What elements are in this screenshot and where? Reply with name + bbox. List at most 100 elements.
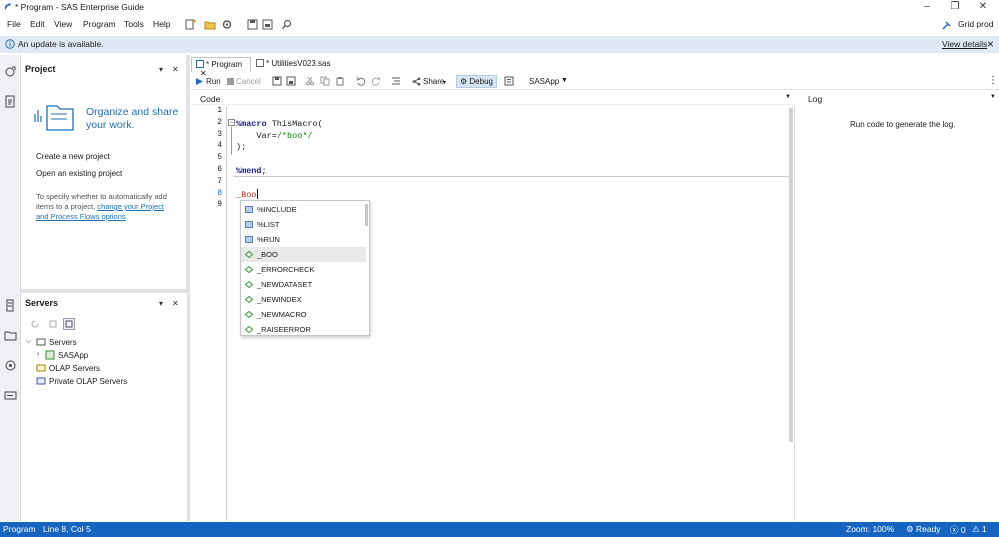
autocomplete-item[interactable]: _NEWDATASET: [241, 277, 366, 292]
save-as-icon[interactable]: [286, 76, 296, 86]
project-hero-text: Organize and share your work.: [86, 106, 179, 131]
tasks-icon[interactable]: [4, 359, 17, 372]
debug-label: Debug: [469, 77, 493, 86]
error-count[interactable]: ⓧ 0: [950, 524, 966, 536]
create-project-link[interactable]: Create a new project: [36, 152, 110, 161]
macro-icon: [245, 281, 253, 288]
autocomplete-item[interactable]: %LIST: [241, 217, 366, 232]
search-icon[interactable]: [281, 19, 293, 30]
save-icon[interactable]: [247, 19, 259, 30]
log-pane-header: Log ▼: [802, 92, 999, 105]
fold-toggle-icon[interactable]: −: [228, 119, 235, 126]
zoom-level[interactable]: Zoom: 100%: [846, 524, 894, 534]
menu-tools[interactable]: Tools: [124, 19, 144, 29]
run-button[interactable]: Run: [206, 77, 221, 86]
debug-toggle[interactable]: ⚙ Debug: [456, 75, 497, 88]
tab-program[interactable]: * Program ✕: [191, 57, 251, 78]
menu-help[interactable]: Help: [153, 19, 170, 29]
save-all-icon[interactable]: [262, 19, 274, 30]
menu-file[interactable]: File: [7, 19, 21, 29]
share-dropdown-icon[interactable]: ▾: [443, 79, 446, 86]
more-options-icon[interactable]: ⋮: [988, 75, 998, 86]
open-folder-icon[interactable]: [204, 19, 216, 30]
menu-program[interactable]: Program: [83, 19, 116, 29]
redo-icon[interactable]: [371, 76, 381, 86]
menu-edit[interactable]: Edit: [30, 19, 45, 29]
project-icon[interactable]: [4, 65, 17, 78]
sasapp-expand-icon[interactable]: ›: [37, 351, 39, 358]
project-pane-menu-icon[interactable]: ▾: [159, 65, 163, 74]
autocomplete-item[interactable]: _ERRORCHECK: [241, 262, 366, 277]
ready-label: Ready: [915, 524, 941, 534]
paste-icon[interactable]: [335, 76, 345, 86]
cancel-button[interactable]: Cancel: [236, 77, 261, 86]
minimize-button[interactable]: –: [912, 0, 942, 15]
server-private-olap[interactable]: Private OLAP Servers: [49, 377, 127, 386]
autocomplete-item[interactable]: _NEWINDEX: [241, 292, 366, 307]
menu-view[interactable]: View: [54, 19, 72, 29]
statement-icon: [245, 206, 253, 213]
project-pane-close-icon[interactable]: ✕: [172, 65, 179, 74]
settings-gear-icon[interactable]: [221, 19, 233, 30]
warning-count[interactable]: ⚠ 1: [972, 524, 987, 535]
line-number: 1: [217, 106, 222, 115]
refresh-icon[interactable]: [30, 319, 40, 329]
project-pane: Project ▾ ✕ Organize and share your work…: [21, 55, 187, 288]
code-line-6: %mend;: [236, 166, 267, 176]
profile-name[interactable]: Grid prod: [958, 19, 993, 29]
open-project-link[interactable]: Open an existing project: [36, 169, 122, 178]
code-line-3: Var=/*boo*/: [236, 131, 312, 141]
disconnect-icon[interactable]: [48, 319, 58, 329]
copy-icon[interactable]: [320, 76, 330, 86]
prompt-icon[interactable]: [4, 389, 17, 402]
server-dropdown-icon[interactable]: ▼: [561, 77, 568, 84]
update-notification: An update is available. View details ✕: [0, 36, 999, 53]
servers-icon[interactable]: [4, 299, 17, 312]
server-root-icon: [36, 338, 46, 346]
server-olap[interactable]: OLAP Servers: [49, 364, 100, 373]
format-code-icon[interactable]: [391, 76, 401, 86]
code-line-2: %macro ThisMacro(: [236, 119, 323, 129]
tab-program-label: * Program: [206, 60, 243, 69]
line-number-current: 8: [217, 189, 222, 198]
autocomplete-popup[interactable]: %INCLUDE %LIST %RUN _BOO _ERRORCHECK _NEWDATA…: [240, 200, 370, 336]
view-details-link[interactable]: View details: [942, 39, 987, 49]
folder-icon[interactable]: [4, 329, 17, 342]
line-number: 2: [217, 118, 222, 127]
code-pane-menu-icon[interactable]: ▼: [785, 94, 791, 100]
document-icon[interactable]: [4, 95, 17, 108]
save-program-icon[interactable]: [272, 76, 282, 86]
editor-scrollbar[interactable]: [789, 108, 793, 442]
share-button[interactable]: Share: [423, 77, 444, 86]
autocomplete-item[interactable]: _BOO: [241, 247, 366, 262]
line-number: 4: [217, 141, 222, 150]
cut-icon[interactable]: [305, 76, 315, 86]
servers-pane-close-icon[interactable]: ✕: [172, 299, 179, 308]
autocomplete-item-label: _BOO: [257, 250, 278, 259]
servers-pane-menu-icon[interactable]: ▾: [159, 299, 163, 308]
macro-icon: [245, 296, 253, 303]
log-pane-menu-icon[interactable]: ▼: [990, 94, 996, 100]
title-bar: * Program - SAS Enterprise Guide – ❐ ✕: [0, 0, 999, 15]
servers-root-node[interactable]: Servers: [49, 338, 77, 347]
tab-utilities[interactable]: * UtilitiesV023.sas: [252, 57, 342, 72]
close-notification-icon[interactable]: ✕: [987, 39, 994, 50]
autocomplete-item[interactable]: _RAISEERROR: [241, 322, 366, 337]
statement-icon: [245, 221, 253, 228]
close-window-button[interactable]: ✕: [968, 0, 998, 15]
filter-icon[interactable]: [63, 318, 75, 330]
servers-collapse-icon[interactable]: ⌵: [26, 338, 31, 346]
macro-icon: [245, 266, 253, 273]
restore-button[interactable]: ❐: [940, 0, 970, 15]
editor-toolbar: Run Cancel Share ▾ ⚙ Debug SASApp ▼ ⋮: [191, 73, 999, 90]
server-sasapp[interactable]: SASApp: [58, 351, 88, 360]
autocomplete-item[interactable]: %RUN: [241, 232, 366, 247]
undo-icon[interactable]: [356, 76, 366, 86]
warning-count-value: 1: [981, 524, 987, 534]
autocomplete-item[interactable]: _NEWMACRO: [241, 307, 366, 322]
autocomplete-item[interactable]: %INCLUDE: [241, 202, 366, 217]
properties-icon[interactable]: [504, 76, 514, 86]
line-number: 7: [217, 177, 222, 186]
new-icon[interactable]: [185, 19, 197, 30]
server-selector[interactable]: SASApp: [529, 77, 559, 86]
